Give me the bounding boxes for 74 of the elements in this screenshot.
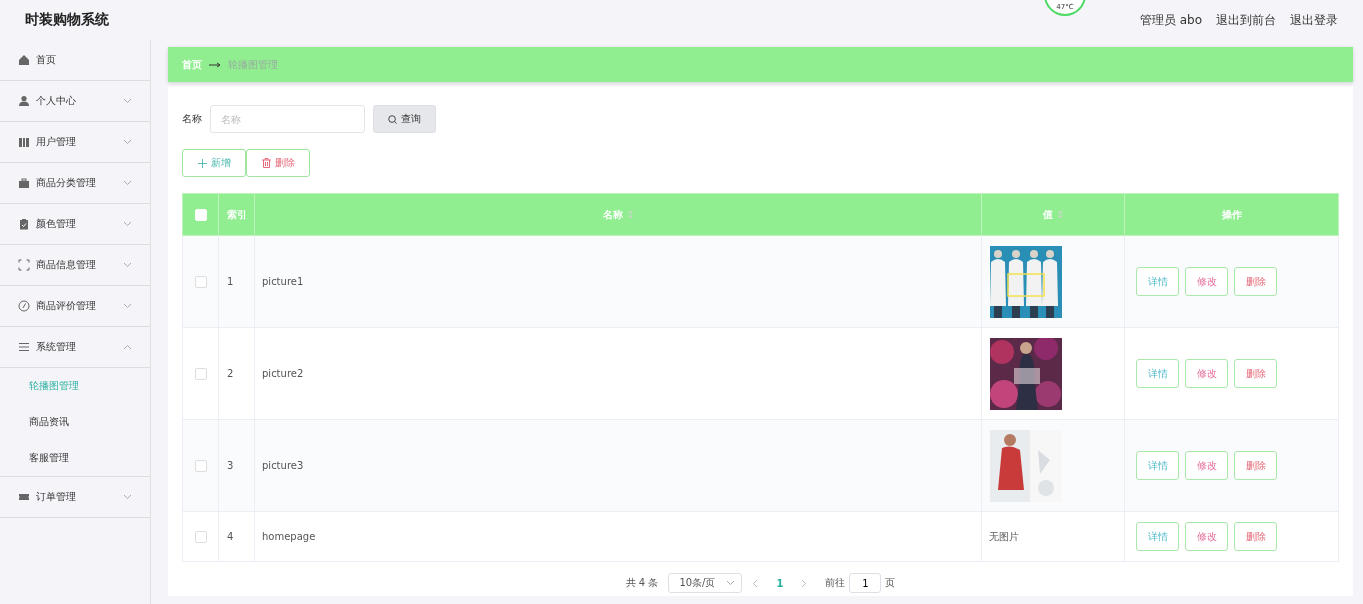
column-header: 操作 <box>1221 208 1242 220</box>
table-cell: 4 <box>227 531 234 542</box>
trash-icon <box>261 158 271 168</box>
sidebar-item[interactable]: 颜色管理 <box>0 204 150 245</box>
table-cell-text: 无图片 <box>988 530 1019 542</box>
next-page-icon[interactable] <box>801 578 808 588</box>
user-label: 管理员 abo <box>1139 11 1202 29</box>
sidebar-item[interactable]: 系统管理 <box>0 327 150 368</box>
total-count: 共 4 条 <box>625 576 659 590</box>
menu-item-icon <box>18 136 30 148</box>
sort-icon[interactable] <box>626 210 634 219</box>
sidebar-item[interactable]: 用户管理 <box>0 122 150 163</box>
search-field[interactable]: 名称 <box>210 105 365 133</box>
menu-item-icon <box>18 218 30 230</box>
page-number[interactable]: 1 <box>768 577 792 589</box>
menu-item-icon <box>18 95 30 107</box>
delete-button[interactable]: 删除 <box>1234 451 1277 480</box>
menu-item-icon <box>18 341 30 353</box>
menu-item-icon <box>18 54 30 66</box>
table-cell: picture2 <box>262 368 304 379</box>
goto-label: 前往 <box>825 576 846 590</box>
search-icon <box>388 114 397 124</box>
chevron-down-icon <box>726 580 736 586</box>
app-title: 时装购物系统 <box>25 11 110 29</box>
menu-item-icon <box>18 491 30 503</box>
menu-item-icon <box>18 177 30 189</box>
edit-button[interactable]: 修改 <box>1185 451 1228 480</box>
header-link[interactable]: 退出登录 <box>1290 11 1338 29</box>
arrow-icon <box>209 61 221 68</box>
table-cell: 1 <box>227 276 234 287</box>
sidebar-item[interactable]: 商品评价管理 <box>0 286 150 327</box>
sort-icon[interactable] <box>1056 210 1064 219</box>
submenu-item[interactable]: 轮播图管理 <box>0 368 150 404</box>
page-input[interactable]: 1 <box>849 573 882 593</box>
detail-button[interactable]: 详情 <box>1136 451 1179 480</box>
plus-icon <box>197 158 207 168</box>
page-size-select[interactable]: 10条/页 <box>668 573 743 593</box>
column-header: 索引 <box>227 208 247 220</box>
sidebar-item[interactable]: 商品信息管理 <box>0 245 150 286</box>
sidebar-item[interactable]: 商品分类管理 <box>0 163 150 204</box>
menu-item-icon <box>18 259 30 271</box>
table-cell: 2 <box>227 368 234 379</box>
table-cell: homepage <box>262 531 316 542</box>
submenu-item[interactable]: 商品资讯 <box>0 404 150 440</box>
search-button[interactable]: 查询 <box>373 105 436 133</box>
row-checkbox[interactable] <box>194 459 207 472</box>
delete-button[interactable]: 删除 <box>246 149 310 177</box>
sidebar-item[interactable]: 首页 <box>0 40 150 81</box>
detail-button[interactable]: 详情 <box>1136 359 1179 388</box>
edit-button[interactable]: 修改 <box>1185 522 1228 551</box>
row-checkbox[interactable] <box>194 530 207 543</box>
field-label: 名称 <box>182 112 202 126</box>
breadcrumb-item: 轮播图管理 <box>228 57 278 72</box>
delete-button[interactable]: 删除 <box>1234 359 1277 388</box>
edit-button[interactable]: 修改 <box>1185 359 1228 388</box>
submenu-item[interactable]: 客服管理 <box>0 440 150 476</box>
table-cell: 3 <box>227 460 234 471</box>
select-all-checkbox[interactable] <box>194 208 207 221</box>
detail-button[interactable]: 详情 <box>1136 522 1179 551</box>
sidebar-item[interactable]: 订单管理 <box>0 477 150 518</box>
page-suffix: 页 <box>885 576 896 590</box>
detail-button[interactable]: 详情 <box>1136 267 1179 296</box>
edit-button[interactable]: 修改 <box>1185 267 1228 296</box>
delete-button[interactable]: 删除 <box>1234 522 1277 551</box>
row-checkbox[interactable] <box>194 367 207 380</box>
sidebar-item[interactable]: 个人中心 <box>0 81 150 122</box>
menu-item-icon <box>18 300 30 312</box>
header-link[interactable]: 退出到前台 <box>1216 11 1276 29</box>
table-cell: picture1 <box>262 276 304 287</box>
prev-page-icon[interactable] <box>752 578 759 588</box>
row-checkbox[interactable] <box>194 275 207 288</box>
add-button[interactable]: 新增 <box>182 149 246 177</box>
table-cell: picture3 <box>262 460 304 471</box>
delete-button[interactable]: 删除 <box>1234 267 1277 296</box>
